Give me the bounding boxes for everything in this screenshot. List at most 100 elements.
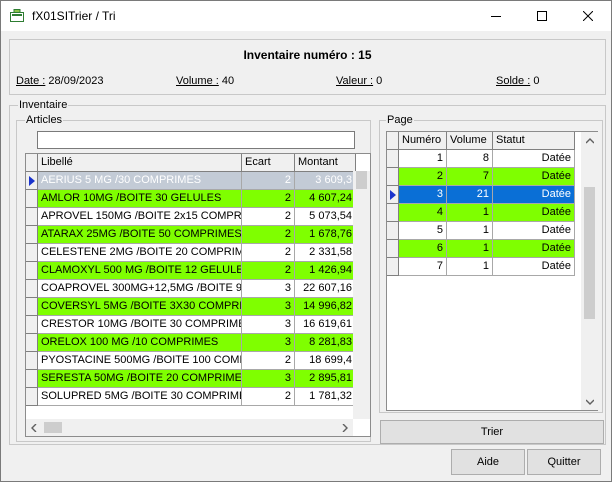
cell-statut[interactable]: Datée	[493, 204, 575, 222]
cell-volume[interactable]: 7	[447, 168, 493, 186]
cell-statut[interactable]: Datée	[493, 258, 575, 276]
row-indicator[interactable]	[26, 334, 38, 352]
cell-statut[interactable]: Datée	[493, 222, 575, 240]
row-indicator[interactable]	[26, 208, 38, 226]
column-header-libelle[interactable]: Libellé	[38, 154, 242, 172]
title-bar[interactable]: fX01SITrier / Tri	[1, 1, 611, 31]
cell-numero[interactable]: 7	[399, 258, 447, 276]
page-vscroll-thumb[interactable]	[584, 187, 595, 319]
cell-montant[interactable]: 1 426,94	[295, 262, 356, 280]
row-indicator[interactable]	[26, 172, 38, 190]
articles-vertical-scrollbar[interactable]	[353, 171, 370, 419]
row-indicator[interactable]	[26, 370, 38, 388]
row-indicator[interactable]	[387, 150, 399, 168]
cell-volume[interactable]: 1	[447, 222, 493, 240]
cell-montant[interactable]: 1 781,32	[295, 388, 356, 406]
cell-ecart[interactable]: 2	[242, 172, 295, 190]
cell-montant[interactable]: 16 619,61	[295, 316, 356, 334]
cell-volume[interactable]: 1	[447, 240, 493, 258]
cell-statut[interactable]: Datée	[493, 168, 575, 186]
cell-libelle[interactable]: AMLOR 10MG /BOITE 30 GELULES	[38, 190, 242, 208]
table-row[interactable]: 4 1 Datée	[387, 204, 575, 222]
cell-ecart[interactable]: 2	[242, 244, 295, 262]
cell-libelle[interactable]: CRESTOR 10MG /BOITE 30 COMPRIMES	[38, 316, 242, 334]
scroll-left-button[interactable]	[26, 419, 42, 436]
cell-ecart[interactable]: 2	[242, 262, 295, 280]
articles-vscroll-thumb[interactable]	[356, 171, 367, 189]
cell-ecart[interactable]: 3	[242, 370, 295, 388]
table-row[interactable]: COVERSYL 5MG /BOITE 3X30 COMPRIMES314 99…	[26, 298, 356, 316]
scroll-right-button[interactable]	[337, 419, 353, 436]
maximize-button[interactable]	[519, 1, 565, 31]
cell-statut[interactable]: Datée	[493, 186, 575, 204]
table-row[interactable]: PYOSTACINE 500MG /BOITE 100 COMPRI 2 18 69…	[26, 352, 356, 370]
cell-montant[interactable]: 2 331,58	[295, 244, 356, 262]
quitter-button[interactable]: Quitter	[527, 449, 601, 475]
close-button[interactable]	[565, 1, 611, 31]
row-indicator[interactable]	[26, 280, 38, 298]
column-header-volume[interactable]: Volume	[447, 132, 493, 150]
table-row[interactable]: 5 1 Datée	[387, 222, 575, 240]
cell-montant[interactable]: 4 607,24	[295, 190, 356, 208]
cell-numero[interactable]: 4	[399, 204, 447, 222]
cell-libelle[interactable]: AERIUS 5 MG /30 COMPRIMES	[38, 172, 242, 190]
cell-numero[interactable]: 2	[399, 168, 447, 186]
cell-volume[interactable]: 1	[447, 258, 493, 276]
cell-ecart[interactable]: 3	[242, 298, 295, 316]
scroll-down-button[interactable]	[581, 393, 598, 410]
row-indicator[interactable]	[387, 204, 399, 222]
cell-ecart[interactable]: 2	[242, 352, 295, 370]
cell-volume[interactable]: 8	[447, 150, 493, 168]
cell-libelle[interactable]: COAPROVEL 300MG+12,5MG /BOITE 90 C	[38, 280, 242, 298]
cell-montant[interactable]: 5 073,54	[295, 208, 356, 226]
minimize-button[interactable]	[473, 1, 519, 31]
table-row[interactable]: 6 1 Datée	[387, 240, 575, 258]
page-grid[interactable]: Numéro Volume Statut 1 8 Datée 2 7 Datée 3 21 Da…	[386, 131, 598, 411]
row-indicator[interactable]	[26, 388, 38, 406]
table-row[interactable]: ORELOX 100 MG /10 COMPRIMES 3 8 281,83	[26, 334, 356, 352]
row-indicator[interactable]	[26, 352, 38, 370]
cell-numero[interactable]: 5	[399, 222, 447, 240]
cell-libelle[interactable]: ORELOX 100 MG /10 COMPRIMES	[38, 334, 242, 352]
cell-libelle[interactable]: CLAMOXYL 500 MG /BOITE 12 GELULES	[38, 262, 242, 280]
article-search-input[interactable]	[37, 131, 355, 149]
cell-libelle[interactable]: COVERSYL 5MG /BOITE 3X30 COMPRIMES	[38, 298, 242, 316]
row-indicator[interactable]	[387, 240, 399, 258]
table-row[interactable]: 3 21 Datée	[387, 186, 575, 204]
cell-montant[interactable]: 2 895,81	[295, 370, 356, 388]
cell-libelle[interactable]: CELESTENE 2MG /BOITE 20 COMPRIMES	[38, 244, 242, 262]
cell-ecart[interactable]: 2	[242, 190, 295, 208]
cell-statut[interactable]: Datée	[493, 150, 575, 168]
aide-button[interactable]: Aide	[451, 449, 525, 475]
cell-numero[interactable]: 3	[399, 186, 447, 204]
cell-ecart[interactable]: 2	[242, 226, 295, 244]
cell-ecart[interactable]: 3	[242, 316, 295, 334]
cell-statut[interactable]: Datée	[493, 240, 575, 258]
table-row[interactable]: 7 1 Datée	[387, 258, 575, 276]
cell-libelle[interactable]: SOLUPRED 5MG /BOITE 30 COMPRIMES	[38, 388, 242, 406]
row-indicator[interactable]	[26, 316, 38, 334]
table-row[interactable]: SERESTA 50MG /BOITE 20 COMPRIMES 3 2 895,8…	[26, 370, 356, 388]
cell-montant[interactable]: 22 607,16	[295, 280, 356, 298]
cell-libelle[interactable]: APROVEL 150MG /BOITE 2x15 COMPRIME	[38, 208, 242, 226]
trier-button[interactable]: Trier	[380, 420, 604, 444]
articles-grid[interactable]: Libellé Ecart Montant AERIUS 5 MG /30 CO…	[25, 153, 371, 437]
table-row[interactable]: CRESTOR 10MG /BOITE 30 COMPRIMES 3 16 619,…	[26, 316, 356, 334]
cell-numero[interactable]: 1	[399, 150, 447, 168]
cell-libelle[interactable]: PYOSTACINE 500MG /BOITE 100 COMPRI	[38, 352, 242, 370]
cell-ecart[interactable]: 2	[242, 208, 295, 226]
cell-montant[interactable]: 1 678,76	[295, 226, 356, 244]
column-header-statut[interactable]: Statut	[493, 132, 575, 150]
cell-montant[interactable]: 18 699,4	[295, 352, 356, 370]
cell-montant[interactable]: 14 996,82	[295, 298, 356, 316]
cell-libelle[interactable]: ATARAX 25MG /BOITE 50 COMPRIMES	[38, 226, 242, 244]
cell-numero[interactable]: 6	[399, 240, 447, 258]
cell-volume[interactable]: 1	[447, 204, 493, 222]
articles-hscroll-thumb[interactable]	[44, 422, 62, 433]
table-row[interactable]: COAPROVEL 300MG+12,5MG /BOITE 90 C 3 22 60…	[26, 280, 356, 298]
table-row[interactable]: CLAMOXYL 500 MG /BOITE 12 GELULES 2 1 426,…	[26, 262, 356, 280]
cell-libelle[interactable]: SERESTA 50MG /BOITE 20 COMPRIMES	[38, 370, 242, 388]
articles-horizontal-scrollbar[interactable]	[26, 419, 353, 436]
row-indicator[interactable]	[26, 262, 38, 280]
cell-volume[interactable]: 21	[447, 186, 493, 204]
